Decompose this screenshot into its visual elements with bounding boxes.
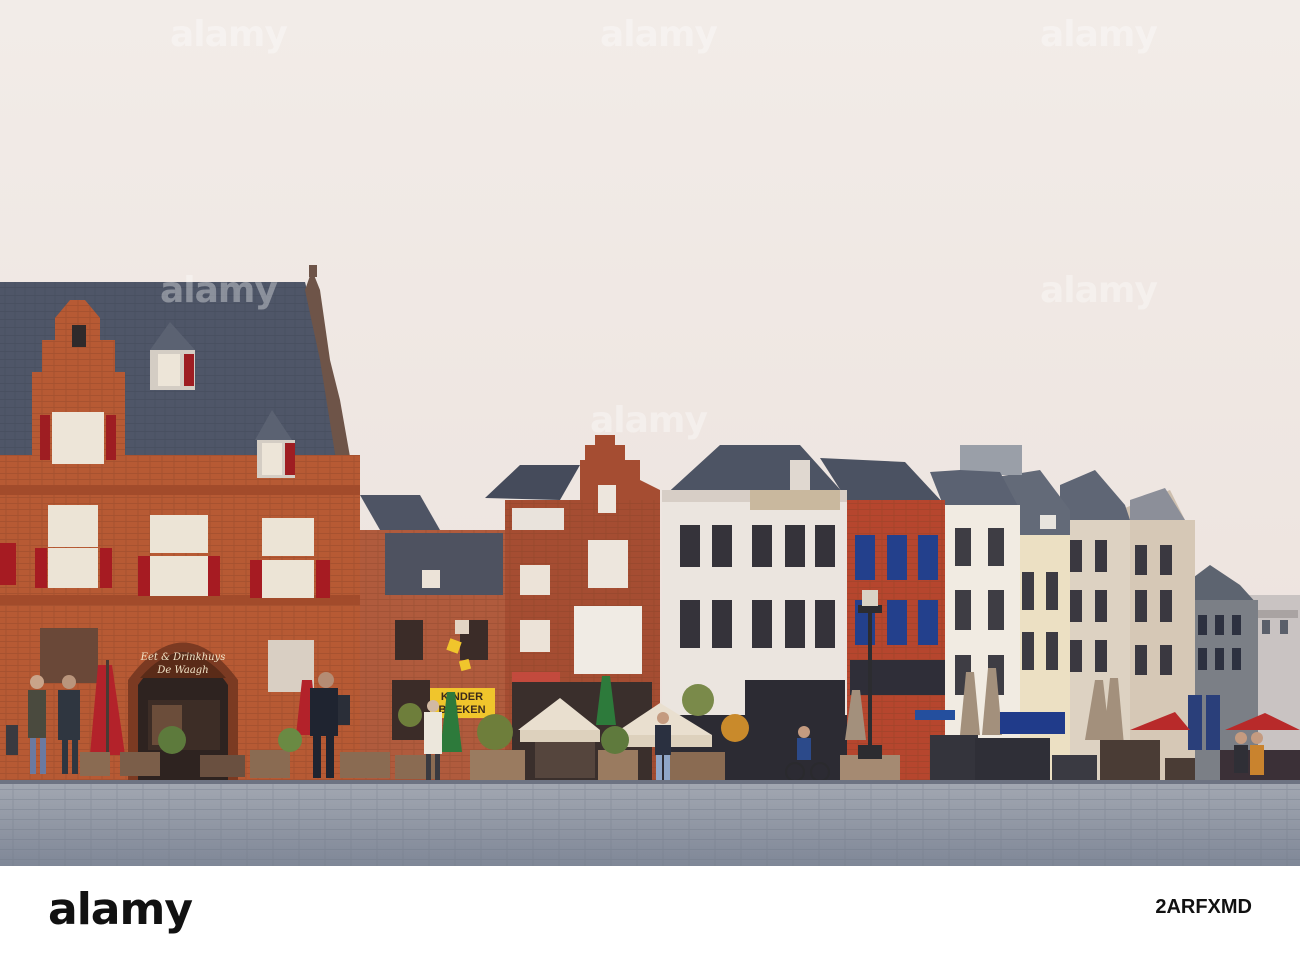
watermark-5: alamy — [600, 14, 718, 55]
alamy-logo[interactable]: alamy — [48, 884, 193, 935]
watermark-2: alamy — [590, 400, 708, 441]
restaurant-sign-line1: Eet & Drinkhuys — [140, 652, 226, 663]
watermark-6: alamy — [1040, 14, 1158, 55]
watermark-3: alamy — [1040, 270, 1158, 311]
watermark-1: alamy — [160, 270, 278, 311]
watermark-4: alamy — [170, 14, 288, 55]
stock-footer-bar: alamy 2ARFXMD — [0, 866, 1300, 956]
stock-photo-frame: KINDER BOEKEN Eet & Drinkhuys De Waagh a… — [0, 0, 1300, 956]
image-id-label: 2ARFXMD — [1155, 896, 1252, 918]
restaurant-sign-line2: De Waagh — [156, 665, 208, 676]
